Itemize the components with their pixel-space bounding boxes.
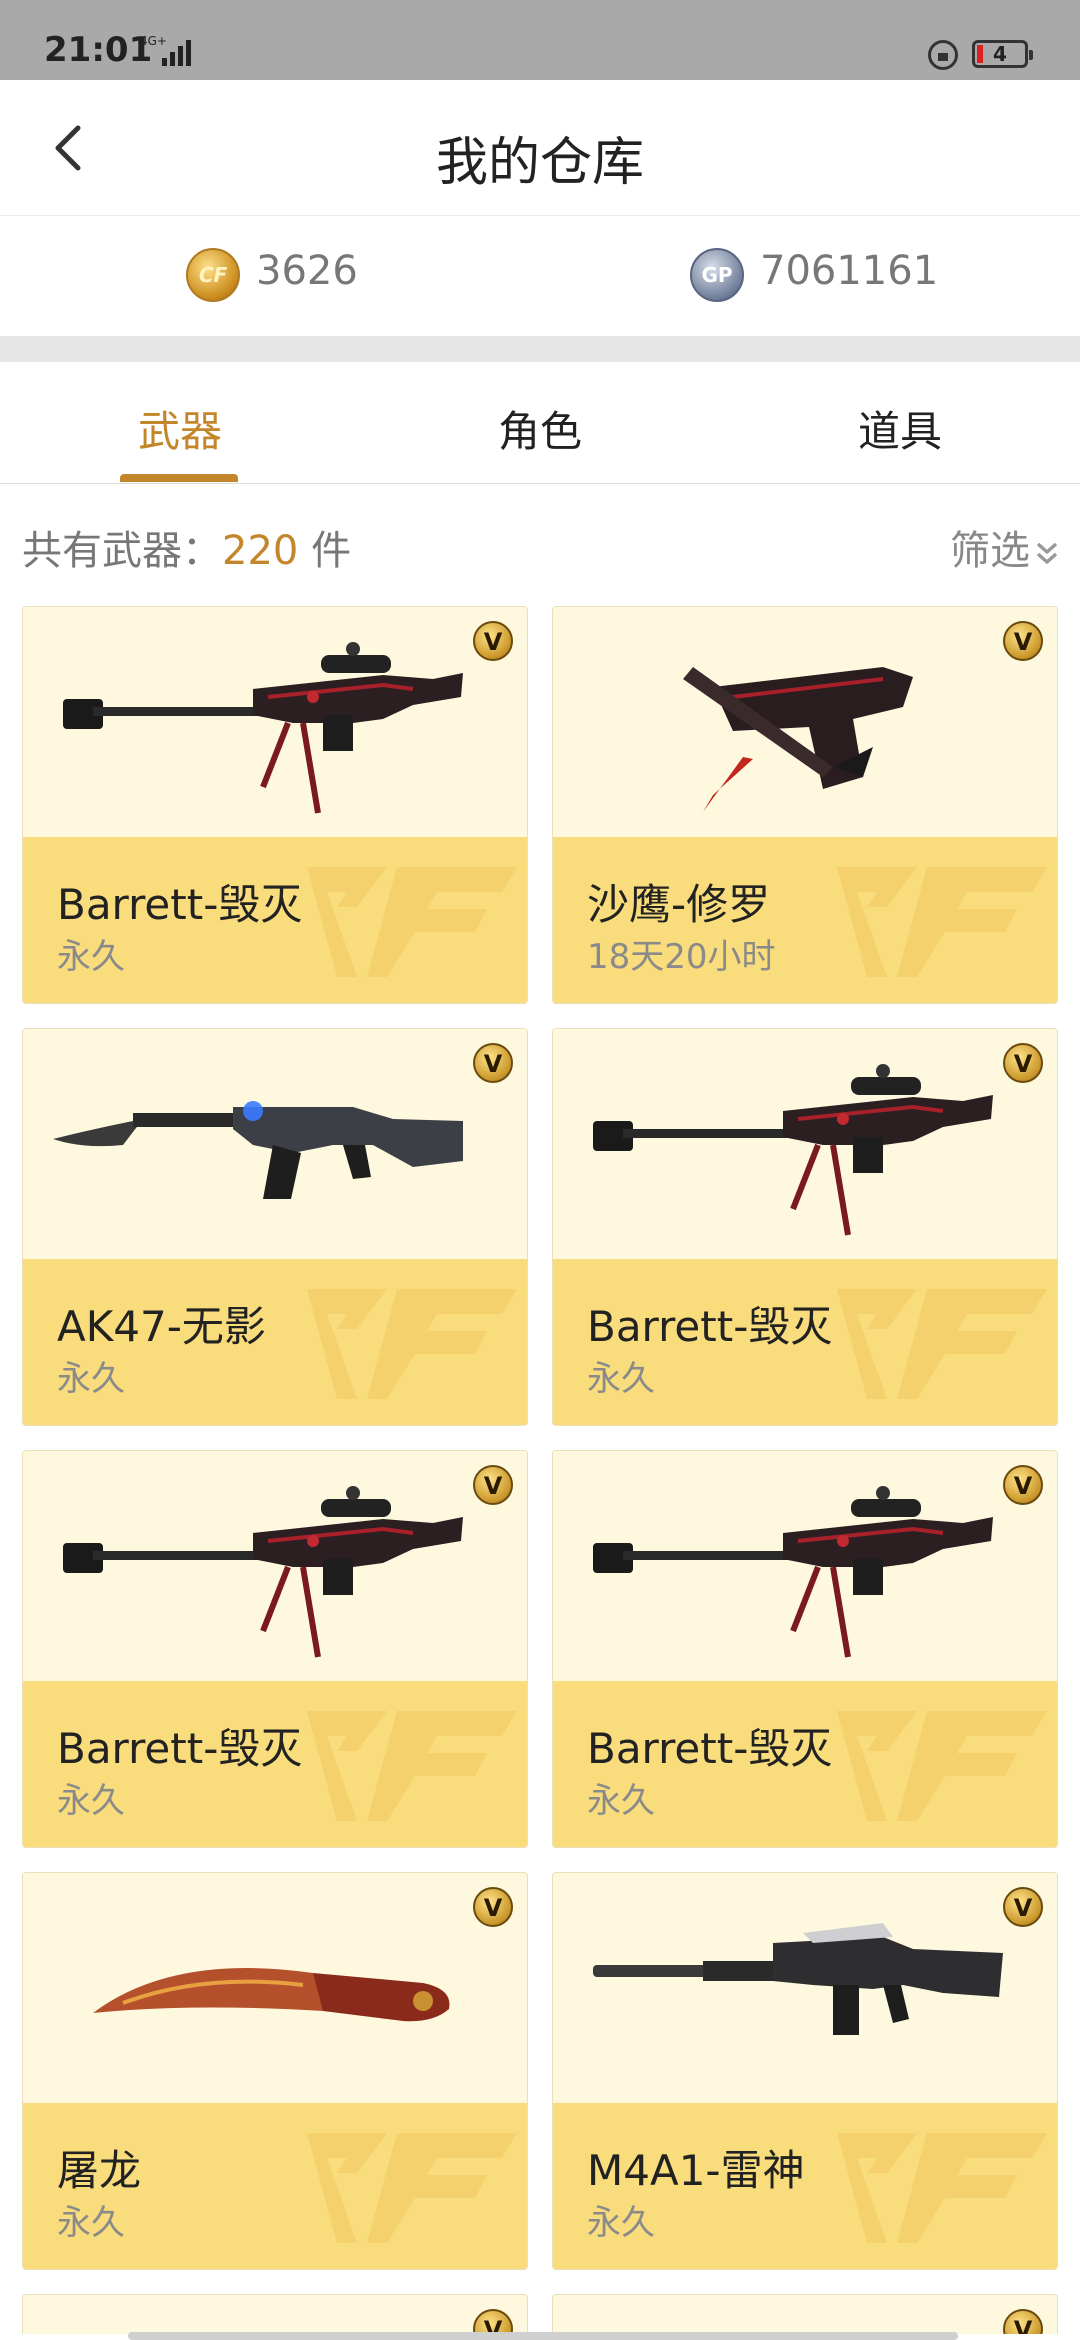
carbine-icon	[593, 1923, 1003, 2035]
vip-badge-icon	[473, 1887, 513, 1927]
weapon-duration: 永久	[57, 1781, 125, 1821]
cf-logo-watermark-icon	[837, 1289, 1047, 1399]
cf-logo-watermark-icon	[837, 1711, 1047, 1821]
status-time: 21:01	[44, 30, 153, 70]
weapon-info: 沙鹰-修罗 18天20小时	[553, 837, 1057, 1003]
count-number: 220	[222, 528, 299, 574]
gp-coin-icon	[690, 248, 744, 302]
pistol-icon	[683, 667, 913, 812]
weapon-duration: 永久	[57, 2203, 125, 2243]
weapon-card-partial[interactable]	[22, 2294, 528, 2334]
battery-level: 4	[993, 42, 1007, 66]
vip-badge-icon	[473, 1043, 513, 1083]
weapon-name: 沙鹰-修罗	[587, 880, 771, 929]
filter-button[interactable]: 筛选	[950, 518, 1060, 576]
rotation-lock-icon	[928, 40, 958, 70]
weapon-card[interactable]: Barrett-毁灭 永久	[552, 1028, 1058, 1426]
weapon-name: M4A1-雷神	[587, 2146, 805, 2195]
summary-row: 共有武器：220 件 筛选	[0, 484, 1080, 600]
weapon-card[interactable]: Barrett-毁灭 永久	[552, 1450, 1058, 1848]
weapon-image	[553, 1873, 1057, 2103]
knife-icon	[93, 1968, 450, 2022]
battery-icon: 4	[972, 40, 1033, 68]
active-tab-indicator	[120, 474, 238, 482]
weapon-info: AK47-无影 永久	[23, 1259, 527, 1425]
cf-logo-watermark-icon	[307, 2133, 517, 2243]
weapon-name: Barrett-毁灭	[587, 1724, 833, 1773]
weapon-duration: 永久	[587, 1781, 655, 1821]
cf-logo-watermark-icon	[837, 867, 1047, 977]
weapon-name: Barrett-毁灭	[57, 1724, 303, 1773]
cf-coin-icon	[186, 248, 240, 302]
weapon-duration: 永久	[57, 937, 125, 977]
count-prefix: 共有武器：	[22, 528, 222, 574]
weapon-card[interactable]: 沙鹰-修罗 18天20小时	[552, 606, 1058, 1004]
count-suffix: 件	[298, 528, 352, 574]
weapon-info: Barrett-毁灭 永久	[553, 1681, 1057, 1847]
sniper-rifle-icon	[593, 1486, 993, 1658]
weapon-card[interactable]: AK47-无影 永久	[22, 1028, 528, 1426]
weapon-image	[553, 1451, 1057, 1681]
page-title: 我的仓库	[435, 133, 644, 193]
weapon-card[interactable]: 屠龙 永久	[22, 1872, 528, 2270]
weapon-image	[23, 1451, 527, 1681]
app-header: 我的仓库	[0, 80, 1080, 216]
weapon-info: M4A1-雷神 永久	[553, 2103, 1057, 2269]
tab-characters[interactable]: 角色	[360, 398, 720, 459]
cf-logo-watermark-icon	[307, 1711, 517, 1821]
double-chevron-down-icon	[1036, 542, 1058, 564]
currency-row: 3626 7061161	[0, 216, 1080, 336]
filter-label: 筛选	[950, 528, 1030, 574]
weapon-name: AK47-无影	[57, 1302, 266, 1351]
scroll-indicator	[128, 2332, 958, 2340]
assault-rifle-icon	[53, 1101, 463, 1199]
weapon-duration: 永久	[587, 2203, 655, 2243]
section-divider	[0, 336, 1080, 362]
weapon-duration: 永久	[57, 1359, 125, 1399]
weapon-image	[23, 1029, 527, 1259]
weapon-info: Barrett-毁灭 永久	[23, 837, 527, 1003]
weapon-duration: 18天20小时	[587, 937, 776, 977]
weapon-card[interactable]: Barrett-毁灭 永久	[22, 1450, 528, 1848]
weapon-info: Barrett-毁灭 永久	[553, 1259, 1057, 1425]
weapon-card[interactable]: M4A1-雷神 永久	[552, 1872, 1058, 2270]
weapon-name: Barrett-毁灭	[57, 880, 303, 929]
weapon-card-partial[interactable]	[552, 2294, 1058, 2334]
cf-amount: 3626	[256, 248, 358, 294]
weapon-image	[23, 1873, 527, 2103]
vip-badge-icon	[473, 1465, 513, 1505]
vip-badge-icon	[1003, 1887, 1043, 1927]
status-bar: 21:01 4G+ 4	[0, 0, 1080, 80]
tab-weapons[interactable]: 武器	[0, 398, 360, 459]
vip-badge-icon	[1003, 1043, 1043, 1083]
weapon-image	[553, 1029, 1057, 1259]
weapon-count: 共有武器：220 件	[22, 518, 351, 576]
vip-badge-icon	[1003, 1465, 1043, 1505]
vip-badge-icon	[1003, 621, 1043, 661]
cf-logo-watermark-icon	[307, 1289, 517, 1399]
weapon-card[interactable]: Barrett-毁灭 永久	[22, 606, 528, 1004]
vip-badge-icon	[473, 621, 513, 661]
sniper-rifle-icon	[63, 642, 463, 814]
cf-logo-watermark-icon	[837, 2133, 1047, 2243]
sniper-rifle-icon	[63, 1486, 463, 1658]
vip-badge-icon	[473, 2309, 513, 2334]
gp-amount: 7061161	[760, 248, 939, 294]
weapon-name: 屠龙	[57, 2146, 142, 2195]
cf-logo-watermark-icon	[307, 867, 517, 977]
category-tabs: 武器 角色 道具	[0, 362, 1080, 484]
weapon-name: Barrett-毁灭	[587, 1302, 833, 1351]
sniper-rifle-icon	[593, 1064, 993, 1236]
weapon-image	[23, 607, 527, 837]
vip-badge-icon	[1003, 2309, 1043, 2334]
weapon-info: Barrett-毁灭 永久	[23, 1681, 527, 1847]
weapon-duration: 永久	[587, 1359, 655, 1399]
weapon-image	[553, 607, 1057, 837]
tab-items[interactable]: 道具	[720, 398, 1080, 459]
weapon-info: 屠龙 永久	[23, 2103, 527, 2269]
signal-icon	[162, 36, 196, 66]
